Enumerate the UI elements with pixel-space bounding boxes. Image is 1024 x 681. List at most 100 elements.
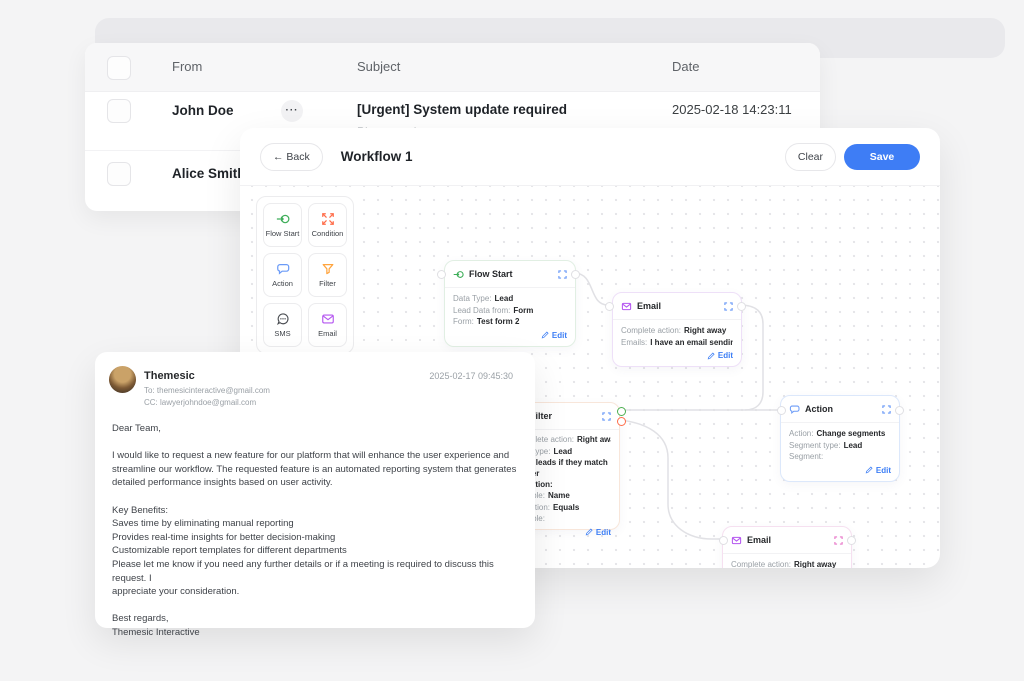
port-email-bottom-out[interactable] [847,536,856,545]
port-email-top-in[interactable] [605,302,614,311]
palette-item-email[interactable]: Email [308,303,347,347]
palette-label: SMS [274,329,290,338]
port-email-top-out[interactable] [737,302,746,311]
port-flow-start-in[interactable] [437,270,446,279]
email-to-line: To: themesicinteractive@gmail.com [144,386,270,395]
column-header-date: Date [672,59,699,74]
field-value: Equals [553,503,579,512]
field-label: Emails: [621,338,647,347]
pencil-icon [865,466,873,474]
field-value: Right away [794,560,836,568]
node-flow-start[interactable]: Flow Start Data Type:Lead Lead Data from… [444,260,576,347]
palette-item-filter[interactable]: Filter [308,253,347,297]
node-email-bottom[interactable]: Email Complete action:Right away Emails:… [722,526,852,568]
node-header: Email [723,527,851,554]
node-email-top[interactable]: Email Complete action:Right away Emails:… [612,292,742,367]
pencil-icon [585,528,593,536]
email-icon [321,312,335,326]
node-title: Action [805,404,877,414]
palette-item-sms[interactable]: SMS [263,303,302,347]
port-action-in[interactable] [777,406,786,415]
email-subject[interactable]: [Urgent] System update required [357,102,567,117]
email-icon [621,301,632,312]
workflow-title: Workflow 1 [341,149,785,164]
node-title: Filter [530,411,597,421]
select-all-checkbox[interactable] [107,56,131,80]
field-label: Lead Data from: [453,306,510,315]
field-label: Complete action: [621,326,681,335]
node-header: Email [613,293,741,320]
clear-button[interactable]: Clear [785,143,836,171]
expand-icon[interactable] [882,405,891,414]
row-menu-button[interactable]: ··· [281,100,303,122]
node-action[interactable]: Action Action:Change segments Segment ty… [780,395,900,482]
save-button[interactable]: Save [844,144,920,170]
expand-icon[interactable] [602,412,611,421]
field-label: Data Type: [453,294,492,303]
node-title: Email [747,535,829,545]
field-value: Change segments [816,429,885,438]
action-icon [276,262,290,276]
edit-link[interactable]: Edit [453,331,567,340]
node-palette: Flow Start Condition Action Filter [256,196,354,354]
palette-item-action[interactable]: Action [263,253,302,297]
email-timestamp: 2025-02-17 09:45:30 [429,371,513,381]
palette-label: Flow Start [266,229,300,238]
field-value: Lead [844,441,863,450]
email-cc-line: CC: lawyerjohndoe@gmail.com [144,398,256,407]
field-value: Lead [495,294,514,303]
sender-name: Themesic [144,370,195,382]
palette-label: Action [272,279,293,288]
port-email-bottom-in[interactable] [719,536,728,545]
expand-icon[interactable] [724,302,733,311]
email-body: Dear Team, I would like to request a new… [112,422,524,640]
field-value: Lead [553,447,572,456]
sender-name[interactable]: John Doe [172,103,234,118]
field-label: Segment: [789,452,823,461]
port-filter-true[interactable] [617,407,626,416]
expand-icon[interactable] [558,270,567,279]
pencil-icon [707,352,715,360]
row-checkbox[interactable] [107,162,131,186]
email-detail-card: Themesic 2025-02-17 09:45:30 To: themesi… [95,352,535,628]
node-header: Action [781,396,899,423]
field-value: Right away [684,326,726,335]
node-title: Email [637,301,719,311]
node-header: Flow Start [445,261,575,288]
edit-link[interactable]: Edit [789,466,891,475]
palette-label: Condition [312,229,344,238]
pencil-icon [541,331,549,339]
sender-avatar [109,366,136,393]
field-value: Name [548,491,570,500]
palette-label: Email [318,329,337,338]
filter-icon [321,262,335,276]
column-header-subject: Subject [357,59,400,74]
email-date: 2025-02-18 14:23:11 [672,102,792,117]
port-flow-start-out[interactable] [571,270,580,279]
field-value: Test form 2 [477,317,520,326]
port-filter-false[interactable] [617,417,626,426]
row-checkbox[interactable] [107,99,131,123]
screen: From Subject Date John Doe ··· [Urgent] … [0,0,1024,681]
expand-icon[interactable] [834,536,843,545]
condition-icon [321,212,335,226]
field-label: Form: [453,317,474,326]
workflow-header: ← Back Workflow 1 Clear Save [240,128,940,186]
palette-label: Filter [319,279,336,288]
field-value: Form [513,306,533,315]
port-action-out[interactable] [895,406,904,415]
field-label: Complete action: [731,560,791,568]
flow-start-icon [453,269,464,280]
edit-link[interactable]: Edit [621,351,733,360]
sender-name[interactable]: Alice Smith [172,166,246,181]
field-value: I have an email sending... [650,338,733,347]
field-label: Action: [789,429,813,438]
flow-start-icon [276,212,290,226]
field-label: Segment type: [789,441,841,450]
back-button[interactable]: ← Back [260,143,323,171]
sms-icon [276,312,290,326]
palette-item-flow-start[interactable]: Flow Start [263,203,302,247]
field-value: Right away [577,435,611,444]
email-icon [731,535,742,546]
palette-item-condition[interactable]: Condition [308,203,347,247]
